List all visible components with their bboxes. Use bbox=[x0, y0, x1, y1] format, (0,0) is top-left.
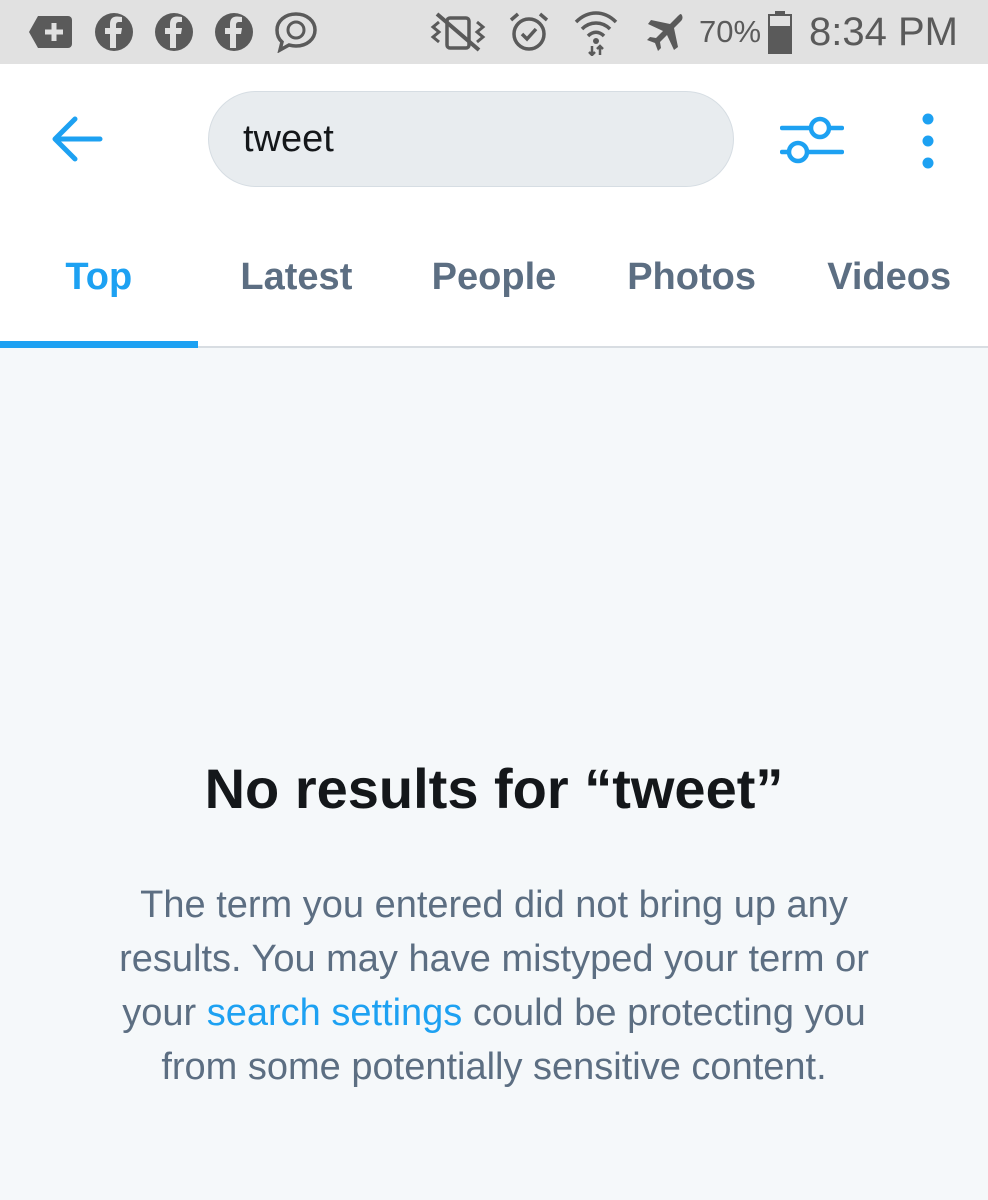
system-icons: 70% 8:34 PM bbox=[427, 8, 958, 56]
more-vertical-icon bbox=[922, 113, 934, 169]
search-input[interactable] bbox=[241, 116, 715, 162]
wifi-icon bbox=[573, 8, 619, 56]
clock-time: 8:34 PM bbox=[809, 9, 958, 54]
more-options-button[interactable] bbox=[914, 112, 942, 172]
facebook-icon bbox=[154, 12, 194, 52]
search-app-bar bbox=[0, 64, 988, 214]
chat-bubble-icon bbox=[274, 11, 318, 53]
facebook-icon bbox=[94, 12, 134, 52]
tab-people[interactable]: People bbox=[395, 214, 593, 346]
arrow-left-icon bbox=[52, 116, 103, 162]
airplane-mode-icon bbox=[645, 11, 687, 53]
empty-state-title: No results for “tweet” bbox=[204, 757, 784, 820]
facebook-icon bbox=[214, 12, 254, 52]
battery-icon bbox=[767, 10, 793, 54]
tab-photos[interactable]: Photos bbox=[593, 214, 791, 346]
vibrate-mute-icon bbox=[427, 12, 489, 52]
search-filters-button[interactable] bbox=[779, 112, 845, 168]
search-settings-link[interactable]: search settings bbox=[207, 992, 463, 1034]
status-bar: 70% 8:34 PM bbox=[0, 0, 988, 64]
add-box-icon bbox=[28, 12, 74, 52]
empty-state-message: The term you entered did not bring up an… bbox=[80, 878, 908, 1094]
search-tabs: Top Latest People Photos Videos bbox=[0, 214, 988, 348]
search-field[interactable] bbox=[208, 91, 734, 187]
tab-top[interactable]: Top bbox=[0, 214, 198, 348]
tab-latest[interactable]: Latest bbox=[198, 214, 396, 346]
back-button[interactable] bbox=[48, 114, 106, 164]
battery-percentage: 70% bbox=[698, 14, 762, 49]
empty-state: No results for “tweet” The term you ente… bbox=[0, 348, 988, 1200]
tab-videos[interactable]: Videos bbox=[790, 214, 988, 346]
notification-icons bbox=[28, 11, 318, 53]
alarm-icon bbox=[507, 10, 551, 54]
sliders-icon bbox=[779, 116, 845, 164]
